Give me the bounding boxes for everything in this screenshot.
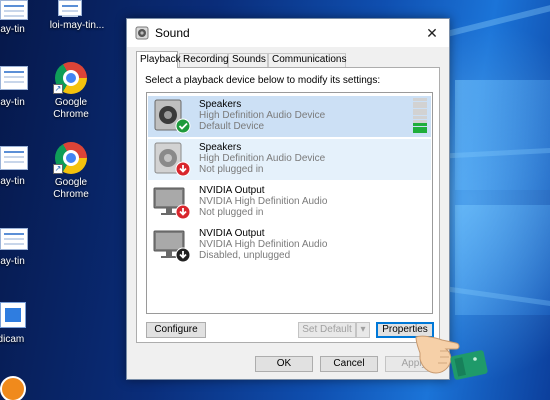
level-meter-segment [413, 123, 427, 127]
device-description: High Definition Audio Device [199, 110, 326, 121]
chrome-shortcut[interactable]: ↗ [48, 60, 94, 132]
device-row[interactable]: NVIDIA Output NVIDIA High Definition Aud… [148, 225, 431, 266]
device-status: Default Device [199, 121, 265, 132]
device-text: Speakers High Definition Audio Device De… [199, 99, 325, 132]
level-meter-segment [413, 98, 427, 101]
desktop-cut-label: may-tin [0, 97, 25, 108]
volume-level-meter [413, 98, 427, 134]
playback-device-list[interactable]: Speakers High Definition Audio Device De… [146, 92, 433, 314]
app-icon[interactable] [0, 376, 26, 400]
level-meter-segment [413, 105, 427, 109]
device-status: Not plugged in [199, 207, 264, 218]
sound-dialog: Sound ✕ Playback Recording Sounds Commun… [126, 18, 450, 380]
device-name: NVIDIA Output [199, 228, 265, 239]
black-down-arrow-badge [175, 247, 191, 263]
device-text: NVIDIA Output NVIDIA High Definition Aud… [199, 185, 327, 218]
device-description: NVIDIA High Definition Audio [199, 196, 328, 207]
device-status: Not plugged in [199, 164, 264, 175]
speaker-icon [154, 142, 191, 177]
monitor-icon [153, 230, 191, 263]
pointing-hand-icon [415, 335, 488, 380]
device-row[interactable]: Speakers High Definition Audio Device No… [148, 139, 431, 180]
configure-button[interactable]: Configure [146, 322, 206, 338]
desktop-icon-label: Google Chrome [53, 97, 89, 120]
level-meter-segment [413, 130, 427, 134]
desktop-icon-label[interactable]: ndicam [0, 334, 42, 346]
chrome-shortcut[interactable]: ↗ [48, 140, 94, 212]
dialog-title: Sound [155, 26, 190, 40]
device-row[interactable]: NVIDIA Output NVIDIA High Definition Aud… [148, 182, 431, 223]
desktop-icon-google-chrome[interactable]: Google Chrome [41, 97, 101, 121]
desktop-icon-label[interactable]: may-tin [0, 256, 42, 268]
level-meter-segment [413, 116, 427, 119]
instruction-text: Select a playback device below to modify… [145, 75, 381, 86]
cancel-button[interactable]: Cancel [320, 356, 378, 372]
desktop-cut-label: may-tin [0, 176, 25, 187]
file-thumbnail[interactable] [0, 228, 28, 250]
desktop-icon-loi-may-tin[interactable]: loi-may-tin... [42, 20, 112, 32]
close-icon: ✕ [426, 25, 438, 41]
file-thumbnail[interactable] [0, 0, 28, 20]
desktop-cut-label: may-tin [0, 24, 25, 35]
green-check-badge [175, 118, 191, 134]
tab-recording[interactable]: Recording [179, 53, 229, 67]
red-down-arrow-badge [175, 204, 191, 220]
device-status: Disabled, unplugged [199, 250, 291, 261]
chevron-down-icon: ▾ [360, 324, 366, 335]
playback-panel: Select a playback device below to modify… [136, 67, 440, 343]
speaker-icon [154, 99, 191, 134]
file-thumbnail [58, 0, 82, 16]
device-row[interactable]: Speakers High Definition Audio Device De… [148, 96, 431, 137]
set-default-dropdown[interactable]: ▾ [356, 322, 370, 338]
ok-button[interactable]: OK [255, 356, 313, 372]
desktop-icon-label[interactable]: may-tin [0, 24, 42, 36]
wallpaper-pane [455, 80, 550, 190]
shortcut-arrow-icon: ↗ [53, 84, 63, 94]
device-name: Speakers [199, 142, 242, 153]
tab-playback[interactable]: Playback [136, 51, 181, 68]
desktop-icon-label[interactable]: may-tin [0, 176, 42, 188]
title-bar[interactable]: Sound ✕ [127, 19, 449, 47]
desktop-icon-label[interactable]: may-tin [0, 97, 42, 109]
level-meter-segment [413, 101, 427, 105]
desktop-cut-label: ndicam [0, 334, 25, 345]
device-description: NVIDIA High Definition Audio [199, 239, 328, 250]
device-text: Speakers High Definition Audio Device No… [199, 142, 325, 175]
set-default-button[interactable]: Set Default [298, 322, 356, 338]
bandicam-icon[interactable] [0, 302, 26, 328]
device-name: Speakers [199, 99, 242, 110]
device-description: High Definition Audio Device [199, 153, 326, 164]
wallpaper-pane [455, 205, 550, 315]
level-meter-segment [413, 108, 427, 112]
desktop-cut-label: may-tin [0, 256, 25, 267]
tab-sounds[interactable]: Sounds [228, 53, 268, 67]
red-down-arrow-badge [175, 161, 191, 177]
speaker-title-icon [135, 26, 149, 40]
shortcut-arrow-icon: ↗ [53, 164, 63, 174]
close-button[interactable]: ✕ [415, 19, 449, 47]
desktop-icon-google-chrome[interactable]: Google Chrome [41, 177, 101, 201]
level-meter-segment [413, 119, 427, 123]
file-thumbnail[interactable] [0, 66, 28, 90]
file-icon[interactable] [50, 0, 90, 18]
device-text: NVIDIA Output NVIDIA High Definition Aud… [199, 228, 327, 261]
file-thumbnail[interactable] [0, 146, 28, 170]
tab-communications[interactable]: Communications [268, 53, 346, 67]
level-meter-segment [413, 112, 427, 116]
desktop-icon-label: Google Chrome [53, 177, 89, 200]
desktop-icon-label: loi-may-tin... [49, 20, 105, 31]
level-meter-segment [413, 126, 427, 130]
monitor-icon [153, 187, 191, 220]
device-name: NVIDIA Output [199, 185, 265, 196]
